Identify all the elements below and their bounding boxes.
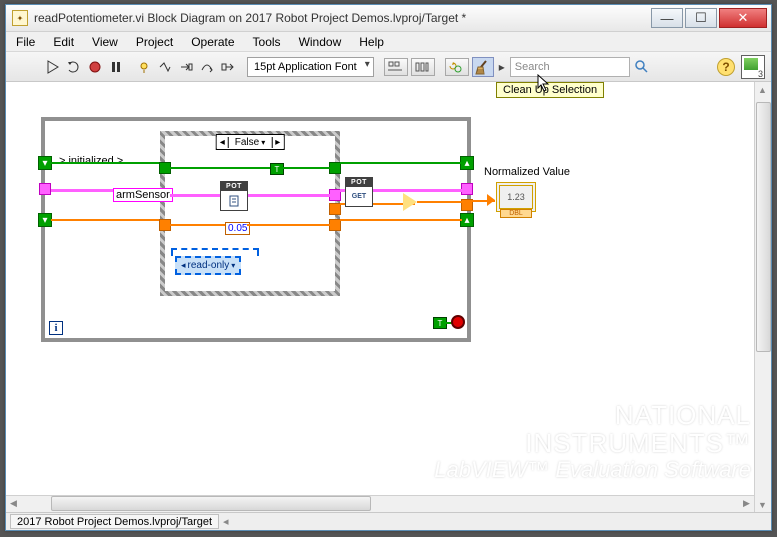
- shift-register-right-2[interactable]: [460, 213, 474, 227]
- scroll-left-arrow[interactable]: ◀: [6, 496, 21, 511]
- readonly-label: read-only: [188, 260, 230, 271]
- menubar: File Edit View Project Operate Tools Win…: [6, 32, 771, 52]
- pot-header-2: POT: [346, 178, 372, 187]
- wire-case-or-l[interactable]: [170, 224, 225, 226]
- search-go-icon[interactable]: [633, 58, 651, 76]
- indicator-arrow-icon: [487, 194, 495, 206]
- run-button[interactable]: [44, 58, 62, 76]
- while-loop[interactable]: > initialized > ◂ False ▾ ▸ T: [41, 117, 471, 342]
- block-diagram-canvas[interactable]: > initialized > ◂ False ▾ ▸ T: [6, 82, 771, 512]
- cleanup-dropdown-arrow[interactable]: ▸: [497, 58, 507, 76]
- comparison-node[interactable]: [403, 193, 417, 211]
- wire-orange-left[interactable]: [51, 219, 161, 221]
- loop-stop-terminal[interactable]: [451, 315, 465, 329]
- scroll-down-arrow[interactable]: ▼: [755, 497, 770, 512]
- status-arrow-icon: ◂: [223, 515, 229, 528]
- bool-const-inside[interactable]: T: [270, 163, 284, 175]
- menu-file[interactable]: File: [16, 35, 35, 49]
- minimize-button[interactable]: —: [651, 8, 683, 28]
- numeric-indicator[interactable]: 1.23 DBL: [496, 182, 536, 212]
- menu-window[interactable]: Window: [299, 35, 342, 49]
- distribute-dropdown[interactable]: [411, 58, 435, 76]
- indicator-value: 1.23: [507, 192, 525, 202]
- iteration-terminal[interactable]: i: [49, 321, 63, 335]
- wire-green-1[interactable]: [51, 162, 161, 164]
- retain-wires-button[interactable]: [156, 58, 174, 76]
- indicator-type: DBL: [500, 209, 532, 218]
- run-continuous-button[interactable]: [65, 58, 83, 76]
- abort-button[interactable]: [86, 58, 104, 76]
- pot-open-subvi[interactable]: POT: [220, 181, 248, 211]
- close-button[interactable]: ✕: [719, 8, 767, 28]
- horizontal-scrollbar[interactable]: ◀ ▶: [6, 495, 754, 512]
- wire-case-or-r[interactable]: [247, 224, 330, 226]
- app-window: ✦ readPotentiometer.vi Block Diagram on …: [5, 4, 772, 531]
- wire-tri-out[interactable]: [417, 201, 467, 203]
- pause-button[interactable]: [107, 58, 125, 76]
- case-prev-arrow[interactable]: ◂: [217, 137, 229, 148]
- menu-project[interactable]: Project: [136, 35, 173, 49]
- maximize-button[interactable]: ☐: [685, 8, 717, 28]
- vertical-scrollbar[interactable]: ▲ ▼: [754, 82, 771, 512]
- readonly-control[interactable]: read-only ▾: [175, 256, 241, 275]
- titlebar: ✦ readPotentiometer.vi Block Diagram on …: [6, 5, 771, 32]
- reorder-dropdown[interactable]: [445, 58, 469, 76]
- vi-file-icon: ✦: [12, 10, 28, 26]
- case-value: False: [235, 137, 259, 148]
- cleanup-button[interactable]: [472, 57, 494, 77]
- status-project-path: 2017 Robot Project Demos.lvproj/Target: [10, 514, 219, 529]
- highlight-exec-button[interactable]: [135, 58, 153, 76]
- step-into-button[interactable]: [177, 58, 195, 76]
- case-structure[interactable]: ◂ False ▾ ▸ T armSensor POT: [160, 131, 340, 296]
- align-dropdown[interactable]: [384, 58, 408, 76]
- readonly-frame-top: [171, 248, 259, 256]
- case-selector[interactable]: ◂ False ▾ ▸: [216, 134, 285, 150]
- scroll-up-arrow[interactable]: ▲: [755, 82, 770, 97]
- pot-get-label: GET: [352, 187, 366, 206]
- font-selector[interactable]: 15pt Application Font: [247, 57, 374, 77]
- scroll-h-thumb[interactable]: [51, 496, 371, 511]
- case-next-arrow[interactable]: ▸: [271, 137, 283, 148]
- pot-get-subvi[interactable]: POT GET: [345, 177, 373, 207]
- initialized-label: > initialized >: [59, 155, 123, 167]
- wire-green-r[interactable]: [340, 162, 462, 164]
- wire-case-pink-r[interactable]: [248, 194, 330, 197]
- context-help-button[interactable]: ?: [717, 58, 735, 76]
- step-over-button[interactable]: [198, 58, 216, 76]
- pot-header-1: POT: [221, 182, 247, 191]
- step-out-button[interactable]: [219, 58, 237, 76]
- arm-sensor-label: armSensor: [113, 188, 173, 202]
- menu-operate[interactable]: Operate: [191, 35, 234, 49]
- wire-case-green[interactable]: [170, 167, 270, 169]
- search-input[interactable]: Search: [510, 57, 630, 77]
- normalized-label: Normalized Value: [484, 166, 570, 178]
- statusbar: 2017 Robot Project Demos.lvproj/Target ◂: [6, 512, 771, 530]
- cleanup-tooltip: Clean Up Selection: [496, 82, 604, 98]
- menu-help[interactable]: Help: [359, 35, 384, 49]
- open-refnum-icon: [227, 191, 241, 210]
- scroll-v-thumb[interactable]: [756, 102, 771, 352]
- window-title: readPotentiometer.vi Block Diagram on 20…: [34, 11, 651, 25]
- menu-edit[interactable]: Edit: [53, 35, 74, 49]
- tunnel-left-pink[interactable]: [39, 183, 51, 195]
- menu-tools[interactable]: Tools: [253, 35, 281, 49]
- toolbar: 15pt Application Font ▸ Search ?: [6, 52, 771, 82]
- scroll-right-arrow[interactable]: ▶: [739, 496, 754, 511]
- wire-orange-r-outer[interactable]: [340, 219, 462, 221]
- shift-register-left-2[interactable]: [38, 213, 52, 227]
- vi-icon[interactable]: [741, 55, 765, 79]
- shift-register-right-1[interactable]: [460, 156, 474, 170]
- menu-view[interactable]: View: [92, 35, 118, 49]
- watermark: NATIONAL INSTRUMENTS™ LabVIEW™ Evaluatio…: [434, 401, 751, 482]
- tunnel-right-pink[interactable]: [461, 183, 473, 195]
- wire-case-pink-l[interactable]: [170, 194, 220, 197]
- shift-register-left-1[interactable]: [38, 156, 52, 170]
- wire-case-green-r[interactable]: [282, 167, 330, 169]
